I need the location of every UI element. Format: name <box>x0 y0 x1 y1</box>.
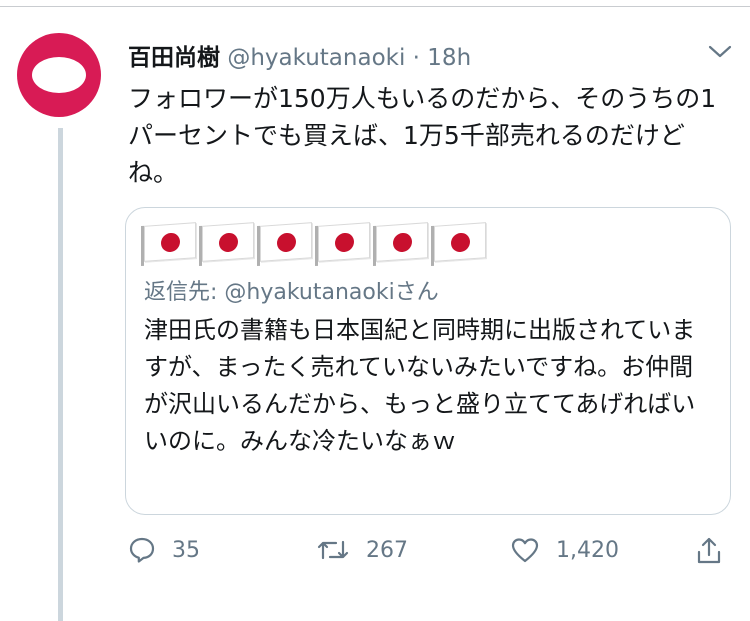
replying-to: 返信先: @hyakutanaokiさん <box>144 280 439 305</box>
retweet-icon <box>316 536 350 564</box>
japan-flag-icon <box>257 222 312 267</box>
share-button[interactable] <box>694 536 724 566</box>
reply-count: 35 <box>172 537 200 563</box>
japan-flag-icon <box>431 222 486 267</box>
tweet-header: 百田尚樹 @hyakutanaoki · 18h <box>128 38 471 72</box>
quoted-user-flags <box>141 222 486 267</box>
retweet-count: 267 <box>366 537 408 563</box>
like-count: 1,420 <box>556 537 619 563</box>
top-divider <box>0 6 750 7</box>
japan-flag-icon <box>373 222 428 267</box>
japan-flag-icon <box>315 222 370 267</box>
chevron-down-icon[interactable] <box>706 40 734 62</box>
avatar[interactable] <box>17 33 101 117</box>
avatar-graphic <box>32 57 86 93</box>
reply-button[interactable]: 35 <box>128 536 200 564</box>
thread-line <box>58 128 63 621</box>
display-name[interactable]: 百田尚樹 <box>128 45 220 71</box>
share-icon <box>694 536 724 566</box>
timestamp[interactable]: 18h <box>427 45 471 71</box>
tweet-actions: 35 267 1,420 <box>128 536 738 572</box>
retweet-button[interactable]: 267 <box>316 536 408 564</box>
quoted-tweet[interactable]: 返信先: @hyakutanaokiさん 津田氏の書籍も日本国紀と同時期に出版さ… <box>125 207 731 515</box>
japan-flag-icon <box>141 222 196 267</box>
user-handle[interactable]: @hyakutanaoki <box>227 45 405 71</box>
tweet-text: フォロワーが150万人もいるのだから、そのうちの1パーセントでも買えば、1万5千… <box>128 84 717 187</box>
japan-flag-icon <box>199 222 254 267</box>
like-button[interactable]: 1,420 <box>510 536 619 564</box>
heart-icon <box>510 536 540 564</box>
reply-icon <box>128 536 156 564</box>
quoted-tweet-text: 津田氏の書籍も日本国紀と同時期に出版されていますが、まったく売れていないみたいで… <box>144 316 696 455</box>
separator-dot: · <box>412 45 420 71</box>
